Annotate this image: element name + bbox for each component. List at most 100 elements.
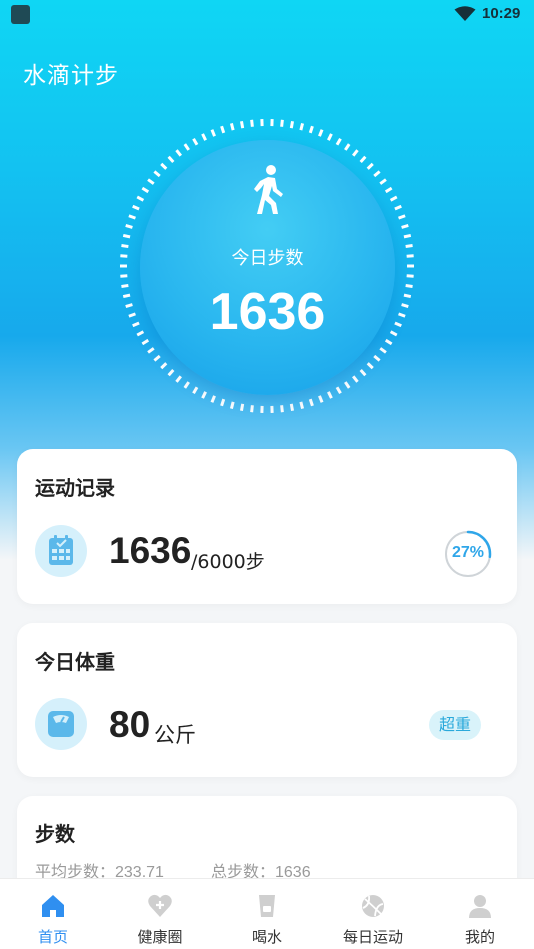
ring-tick [366,362,374,370]
ring-tick [389,195,398,202]
notification-icon [11,5,30,24]
tab-health-circle[interactable]: 健康圈 [107,879,213,949]
ring-tick [335,386,342,395]
overweight-badge: 超重 [429,710,481,740]
card-title: 运动记录 [35,476,115,500]
ring-tick [379,347,387,354]
ring-tick [201,133,207,141]
calendar-icon [49,535,73,565]
person-icon [469,895,491,918]
ring-tick [175,375,182,383]
ring-tick [121,244,129,249]
ring-tick [167,155,175,163]
ring-tick [289,403,295,412]
ring-tick [344,143,351,151]
ring-tick [289,120,295,129]
ring-tick [192,137,199,146]
ring-tick [373,354,381,362]
ring-tick [141,186,150,194]
ball-icon [362,895,384,917]
ring-tick [308,398,314,407]
ring-tick [318,395,324,403]
ring-tick [160,362,168,370]
ring-tick [308,125,314,134]
tab-label: 喝水 [251,928,282,946]
weight-value: 80 [109,704,151,745]
ring-tick [299,401,305,409]
ring-tick [405,244,413,249]
tab-label: 首页 [37,928,68,946]
tab-label: 我的 [464,928,495,946]
ring-tick [318,129,324,137]
ring-tick [147,347,155,354]
ring-tick [125,224,133,229]
ring-tick [359,369,367,377]
ring-tick [147,178,155,185]
ring-tick [352,375,359,383]
walking-person-icon [254,165,283,214]
tab-home[interactable]: 首页 [0,879,106,949]
ring-tick [160,162,168,170]
tab-daily-exercise[interactable]: 每日运动 [320,879,426,949]
scale-icon-badge [35,698,87,750]
ring-tick [122,233,131,239]
today-steps-label: 今日步数 [231,248,304,269]
ring-tick [327,391,333,399]
status-time: 10:29 [482,5,521,22]
ring-tick [335,137,342,146]
ring-tick [220,398,226,407]
ring-tick [175,149,182,157]
ring-tick [239,403,245,412]
ring-tick [366,162,374,170]
ring-tick [153,354,161,362]
ring-tick [250,119,254,127]
ring-tick [280,405,284,413]
steps-value: 1636 [109,530,192,571]
weight-card[interactable]: 今日体重 80 公斤 超重 [17,623,517,777]
tab-mine[interactable]: 我的 [427,879,533,949]
calendar-icon-badge [35,525,87,577]
exercise-record-card[interactable]: 运动记录 1636 /6000步 27% [17,449,517,604]
weight-unit: 公斤 [154,723,196,747]
ring-tick [327,133,333,141]
card-title: 今日体重 [35,650,115,674]
ring-tick [122,293,131,299]
ring-tick [128,214,136,220]
tab-label: 健康圈 [137,928,183,946]
today-steps-value: 1636 [209,283,326,341]
ring-tick [250,405,254,413]
ring-tick [183,381,190,389]
ring-tick [239,120,245,129]
ring-tick [398,214,406,220]
ring-tick [167,369,175,377]
ring-tick [132,204,140,211]
ring-tick [379,178,387,185]
ring-tick [299,123,305,131]
heart-plus-icon [148,894,172,917]
cup-icon [259,895,275,917]
bottom-tab-bar: 首页 健康圈 喝水 每日运动 我的 [0,878,534,949]
ring-tick [405,283,413,288]
card-title: 步数 [35,822,75,846]
ring-tick [373,170,381,178]
ring-tick [403,293,412,299]
ring-tick [359,155,367,163]
ring-tick [128,312,136,318]
ring-tick [210,395,216,403]
ring-tick [125,303,133,308]
home-icon [42,895,64,917]
ring-tick [280,119,284,127]
ring-tick [136,195,145,202]
ring-tick [398,312,406,318]
status-bar: 10:29 [0,0,534,30]
tab-label: 每日运动 [342,928,403,946]
ring-tick [394,204,402,211]
ring-tick [352,149,359,157]
tab-drink-water[interactable]: 喝水 [214,879,320,949]
ring-tick [344,381,351,389]
ring-tick [153,170,161,178]
ring-tick [384,186,393,194]
steps-goal: /6000步 [191,551,265,573]
ring-tick [394,321,402,328]
ring-tick [403,233,412,239]
